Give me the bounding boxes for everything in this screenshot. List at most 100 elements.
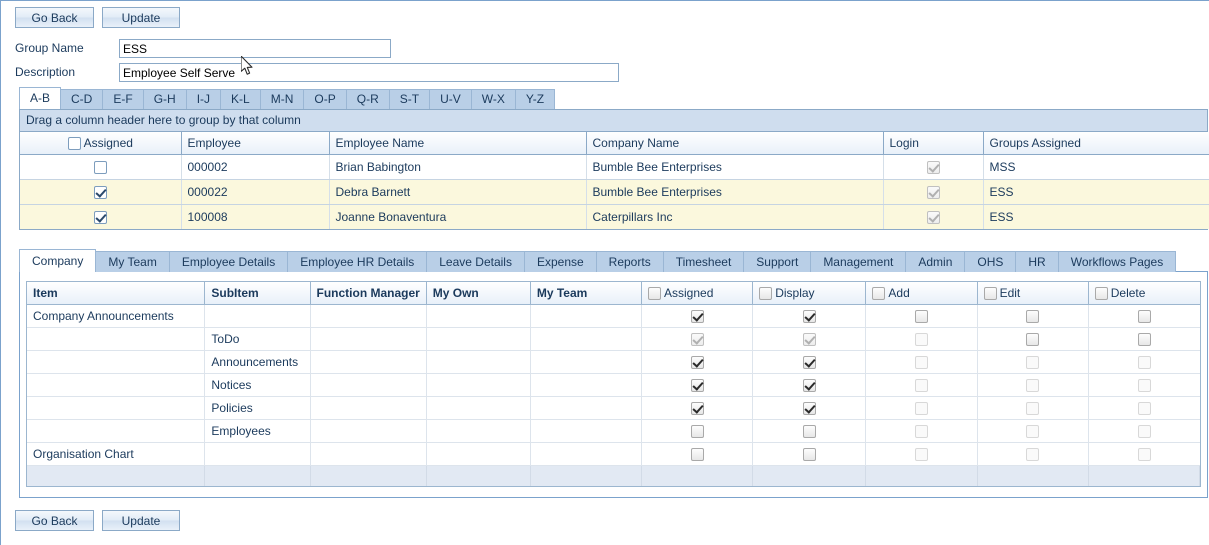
update-button-bottom[interactable]: Update — [102, 510, 180, 531]
permission-cell-add[interactable] — [865, 442, 978, 466]
permission-edit-checkbox[interactable] — [1026, 424, 1040, 438]
section-tab-management[interactable]: Management — [811, 251, 907, 272]
employee-col-header-assigned[interactable]: Assigned — [20, 132, 182, 155]
alphabet-tab-e-f[interactable]: E-F — [103, 89, 144, 109]
permission-cell-add[interactable] — [865, 327, 978, 351]
alphabet-tab-a-b[interactable]: A-B — [19, 87, 62, 109]
permission-col-header-function_manager[interactable]: Function Manager — [310, 282, 427, 305]
permission-cell-assigned[interactable] — [641, 304, 754, 328]
permission-display-checkbox[interactable] — [802, 355, 816, 369]
permission-display-checkbox[interactable] — [802, 309, 816, 323]
permission-cell-add[interactable] — [865, 304, 978, 328]
alphabet-tab-s-t[interactable]: S-T — [389, 89, 431, 109]
permission-cell-delete[interactable] — [1088, 304, 1200, 328]
section-tab-employee-hr-details[interactable]: Employee HR Details — [288, 251, 428, 272]
permission-assigned-checkbox[interactable] — [690, 401, 704, 415]
section-tab-company[interactable]: Company — [19, 249, 97, 272]
section-tab-timesheet[interactable]: Timesheet — [663, 251, 745, 272]
employee-table-row[interactable]: 100008 Joanne Bonaventura Caterpillars Inc… — [20, 204, 1209, 229]
employee-table-row[interactable]: 000002 Brian Babington Bumble Bee Enterpri… — [20, 154, 1209, 180]
permission-cell-edit[interactable] — [977, 350, 1089, 374]
permission-delete-checkbox[interactable] — [1137, 309, 1151, 323]
employee-cell-assigned[interactable] — [20, 179, 182, 205]
employee-assigned-checkbox[interactable] — [93, 210, 107, 224]
alphabet-tab-y-z[interactable]: Y-Z — [515, 89, 556, 109]
permission-edit-checkbox[interactable] — [1026, 447, 1040, 461]
alphabet-tab-g-h[interactable]: G-H — [143, 89, 187, 109]
permission-display-checkbox[interactable] — [802, 378, 816, 392]
permission-assigned-checkbox[interactable] — [690, 309, 704, 323]
alphabet-tab-c-d[interactable]: C-D — [61, 89, 104, 109]
permission-col-header-add[interactable]: Add — [865, 282, 978, 305]
permission-col-header-delete[interactable]: Delete — [1088, 282, 1200, 305]
employee-col-header-employee[interactable]: Employee — [181, 132, 330, 155]
permission-assigned-checkbox[interactable] — [690, 447, 704, 461]
employee-table-row[interactable]: 000022 Debra Barnett Bumble Bee Enterprise… — [20, 179, 1209, 205]
permission-delete-checkbox[interactable] — [1137, 424, 1151, 438]
employee-col-header-company_name[interactable]: Company Name — [586, 132, 884, 155]
permission-cell-delete[interactable] — [1088, 327, 1200, 351]
permission-cell-delete[interactable] — [1088, 442, 1200, 466]
permission-header-delete-checkbox[interactable] — [1094, 286, 1108, 300]
permission-delete-checkbox[interactable] — [1137, 355, 1151, 369]
permission-add-checkbox[interactable] — [914, 424, 928, 438]
permission-add-checkbox[interactable] — [914, 309, 928, 323]
permission-header-edit-checkbox[interactable] — [983, 286, 997, 300]
permission-delete-checkbox[interactable] — [1137, 447, 1151, 461]
permission-cell-edit[interactable] — [977, 373, 1089, 397]
permission-assigned-checkbox[interactable] — [690, 355, 704, 369]
permission-add-checkbox[interactable] — [914, 378, 928, 392]
permission-display-checkbox[interactable] — [802, 447, 816, 461]
permission-cell-display[interactable] — [752, 419, 867, 443]
description-input[interactable] — [119, 63, 619, 82]
section-tab-employee-details[interactable]: Employee Details — [169, 251, 289, 272]
alphabet-tab-k-l[interactable]: K-L — [221, 89, 261, 109]
permission-cell-assigned[interactable] — [641, 396, 754, 420]
permission-cell-display[interactable] — [752, 396, 867, 420]
permission-cell-assigned[interactable] — [641, 350, 754, 374]
section-tab-my-team[interactable]: My Team — [96, 251, 170, 272]
permission-col-header-item[interactable]: Item — [27, 282, 206, 305]
employee-assigned-checkbox[interactable] — [93, 185, 107, 199]
permission-cell-delete[interactable] — [1088, 419, 1200, 443]
section-tab-workflows-pages[interactable]: Workflows Pages — [1058, 251, 1177, 272]
permission-cell-display[interactable] — [752, 373, 867, 397]
permission-col-header-my_own[interactable]: My Own — [426, 282, 531, 305]
permission-cell-edit[interactable] — [977, 442, 1089, 466]
section-tab-admin[interactable]: Admin — [906, 251, 966, 272]
permission-cell-assigned[interactable] — [641, 327, 754, 351]
permission-col-header-assigned[interactable]: Assigned — [641, 282, 754, 305]
alphabet-tab-q-r[interactable]: Q-R — [346, 89, 390, 109]
permission-delete-checkbox[interactable] — [1137, 401, 1151, 415]
group-name-input[interactable] — [119, 39, 391, 58]
go-back-button-bottom[interactable]: Go Back — [15, 510, 94, 531]
permission-cell-assigned[interactable] — [641, 373, 754, 397]
permission-cell-display[interactable] — [752, 350, 867, 374]
go-back-button-top[interactable]: Go Back — [15, 7, 94, 28]
employee-assigned-checkbox[interactable] — [93, 160, 107, 174]
permission-cell-delete[interactable] — [1088, 373, 1200, 397]
permission-edit-checkbox[interactable] — [1026, 378, 1040, 392]
section-tab-leave-details[interactable]: Leave Details — [427, 251, 525, 272]
permission-cell-edit[interactable] — [977, 419, 1089, 443]
permission-add-checkbox[interactable] — [914, 447, 928, 461]
permission-add-checkbox[interactable] — [914, 332, 928, 346]
permission-display-checkbox[interactable] — [802, 424, 816, 438]
alphabet-tab-w-x[interactable]: W-X — [471, 89, 516, 109]
permission-col-header-display[interactable]: Display — [752, 282, 867, 305]
alphabet-tab-u-v[interactable]: U-V — [430, 89, 472, 109]
employee-col-header-login[interactable]: Login — [883, 132, 984, 155]
permission-cell-assigned[interactable] — [641, 419, 754, 443]
permission-cell-display[interactable] — [752, 304, 867, 328]
update-button-top[interactable]: Update — [102, 7, 180, 28]
employee-header-assigned-checkbox[interactable] — [67, 136, 81, 150]
group-by-drop-area[interactable]: Drag a column header here to group by th… — [20, 110, 1207, 132]
permission-delete-checkbox[interactable] — [1137, 332, 1151, 346]
permission-col-header-edit[interactable]: Edit — [977, 282, 1089, 305]
permission-cell-add[interactable] — [865, 419, 978, 443]
permission-edit-checkbox[interactable] — [1026, 401, 1040, 415]
section-tab-hr[interactable]: HR — [1016, 251, 1059, 272]
permission-edit-checkbox[interactable] — [1026, 309, 1040, 323]
permission-header-display-checkbox[interactable] — [759, 286, 773, 300]
permission-cell-delete[interactable] — [1088, 350, 1200, 374]
